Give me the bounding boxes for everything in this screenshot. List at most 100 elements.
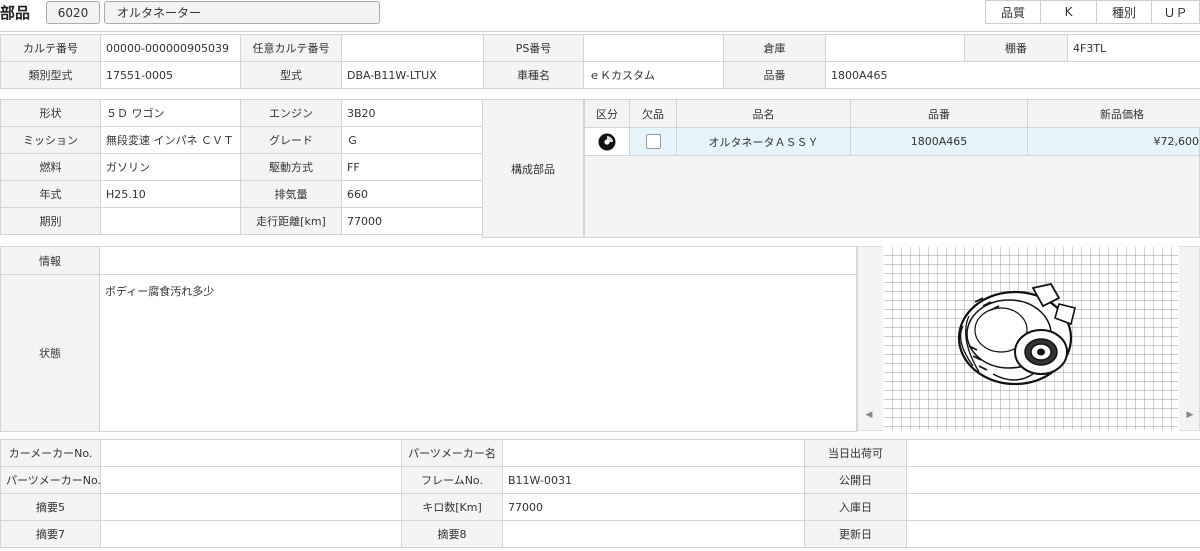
mileage-label: 走行距離[km] [240,207,342,235]
part-name-field[interactable]: オルタネーター [104,1,380,24]
grade-value: Ｇ [341,126,483,154]
vehicle-name-value: ｅＫカスタム [583,61,724,89]
category-model-label: 類別型式 [0,61,101,89]
up-button[interactable]: ＵＰ [1151,0,1200,24]
info-label: 情報 [0,246,100,275]
summary5-value [100,493,402,521]
part-image [883,246,1179,431]
update-date-label: 更新日 [804,520,907,548]
parts-maker-name-value [502,439,805,467]
publish-date-value [906,466,1200,494]
fuel-label: 燃料 [0,153,101,181]
engine-value: 3B20 [341,99,483,127]
warehouse-label: 倉庫 [723,34,826,62]
parts-header-category: 区分 [584,99,630,128]
category-model-value: 17551-0005 [100,61,241,89]
ps-number-label: PS番号 [483,34,584,62]
vehicle-name-label: 車種名 [483,61,584,89]
karte-table: カルテ番号 00000-000000905039 任意カルテ番号 PS番号 倉庫… [0,34,1200,89]
engine-label: エンジン [240,99,342,127]
spec-table: 形状 ５Ｄ ワゴン エンジン 3B20 ミッション 無段変速 インパネ ＣＶＴ … [0,99,483,235]
shape-label: 形状 [0,99,101,127]
parts-header-price: 新品価格 [1027,99,1200,128]
year-label: 年式 [0,180,101,208]
displacement-label: 排気量 [240,180,342,208]
table-row: 摘要5 キロ数[Km] 77000 入庫日 [0,493,1200,521]
table-row: 年式 H25.10 排気量 660 [0,180,483,208]
model-value: DBA-B11W-LTUX [341,61,484,89]
info-value[interactable] [99,246,857,275]
parts-header-missing: 欠品 [629,99,677,128]
table-row: 摘要7 摘要8 更新日 [0,520,1200,548]
table-row: 期別 走行距離[km] 77000 [0,207,483,235]
summary8-label: 摘要8 [401,520,503,548]
prev-image-arrow[interactable]: ◀ [861,404,877,426]
parts-header-name: 品名 [676,99,851,128]
drive-label: 駆動方式 [240,153,342,181]
warehouse-value [825,34,965,62]
update-date-value [906,520,1200,548]
car-maker-no-value [100,439,402,467]
year-value: H25.10 [100,180,241,208]
shape-value: ５Ｄ ワゴン [100,99,241,127]
table-row: 類別型式 17551-0005 型式 DBA-B11W-LTUX 車種名 ｅＫカ… [0,61,1200,89]
model-label: 型式 [240,61,342,89]
period-label: 期別 [0,207,101,235]
table-row [629,127,677,156]
transmission-value: 無段変速 インパネ ＣＶＴ [100,126,241,154]
karte-number-label: カルテ番号 [0,34,101,62]
arrival-date-label: 入庫日 [804,493,907,521]
table-row[interactable] [584,127,630,156]
part-number-label: 品番 [723,61,826,89]
condition-label: 状態 [0,274,100,432]
table-row: 燃料 ガソリン 駆動方式 FF [0,153,483,181]
summary7-label: 摘要7 [0,520,101,548]
part-name-cell: オルタネータＡＳＳＹ [676,127,851,156]
fuel-value: ガソリン [100,153,241,181]
summary8-value [502,520,805,548]
optional-karte-value [341,34,484,62]
summary5-label: 摘要5 [0,493,101,521]
header-divider [0,31,1200,32]
disc-icon [598,133,616,150]
components-label: 構成部品 [482,99,584,238]
parts-maker-name-label: パーツメーカー名 [401,439,503,467]
transmission-label: ミッション [0,126,101,154]
part-number-value: 1800A465 [825,61,1200,89]
table-row: カーメーカーNo. パーツメーカー名 当日出荷可 [0,439,1200,467]
next-image-arrow[interactable]: ▶ [1182,404,1198,426]
table-row: ミッション 無段変速 インパネ ＣＶＴ グレード Ｇ [0,126,483,154]
summary7-value [100,520,402,548]
part-code-field[interactable]: 6020 [46,1,100,24]
grade-label: グレード [240,126,342,154]
parts-maker-no-label: パーツメーカーNo. [0,466,101,494]
displacement-value: 660 [341,180,483,208]
quality-button[interactable]: 品質 [985,0,1041,24]
missing-checkbox[interactable] [645,134,661,149]
period-value [100,207,241,235]
same-day-ship-label: 当日出荷可 [804,439,907,467]
parts-header-number: 品番 [850,99,1028,128]
km-value: 77000 [502,493,805,521]
page-title: 部品 [0,4,31,22]
price-cell: ¥72,600 [1027,127,1200,156]
publish-date-label: 公開日 [804,466,907,494]
condition-value[interactable]: ボディー腐食汚れ多少 [99,274,857,432]
shelf-value: 4F3TL [1067,34,1200,62]
ps-number-value [583,34,724,62]
parts-maker-no-value [100,466,402,494]
frame-no-label: フレームNo. [401,466,503,494]
bottom-table: カーメーカーNo. パーツメーカー名 当日出荷可 パーツメーカーNo. フレーム… [0,439,1200,548]
drive-value: FF [341,153,483,181]
shelf-label: 棚番 [964,34,1068,62]
table-row: パーツメーカーNo. フレームNo. B11W-0031 公開日 [0,466,1200,494]
frame-no-value: B11W-0031 [502,466,805,494]
mileage-value: 77000 [341,207,483,235]
table-row: 形状 ５Ｄ ワゴン エンジン 3B20 [0,99,483,127]
karte-number-value: 00000-000000905039 [100,34,241,62]
car-maker-no-label: カーメーカーNo. [0,439,101,467]
quality-value-button[interactable]: K [1040,0,1097,24]
type-button[interactable]: 種別 [1096,0,1152,24]
arrival-date-value [906,493,1200,521]
table-row: カルテ番号 00000-000000905039 任意カルテ番号 PS番号 倉庫… [0,34,1200,62]
